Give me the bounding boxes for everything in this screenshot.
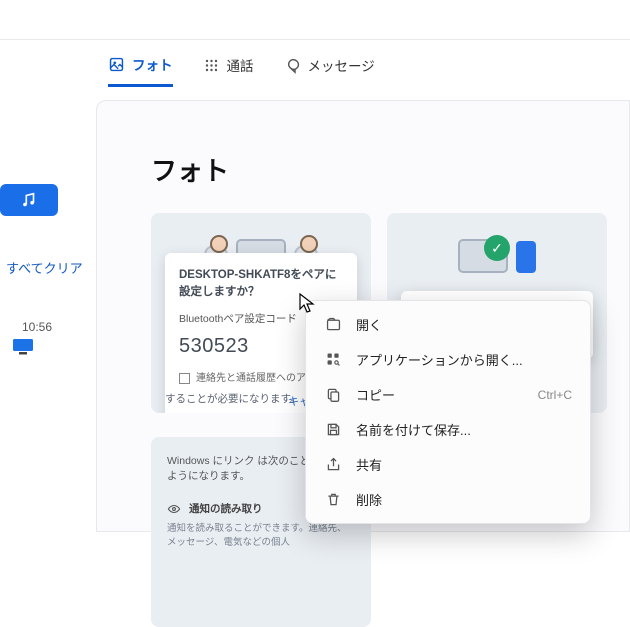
chat-icon [284,57,301,74]
menu-shortcut: Ctrl+C [538,388,572,402]
timestamp: 10:56 [22,320,52,334]
left-rail: すべてクリア 10:56 [0,40,96,532]
menu-delete[interactable]: 削除 [306,482,590,517]
illustration: ✓ [401,223,593,273]
mouse-cursor [298,292,316,314]
menu-save-as[interactable]: 名前を付けて保存... [306,412,590,447]
clear-all-link[interactable]: すべてクリア [6,258,83,277]
tab-photos[interactable]: フォト [108,54,173,87]
save-icon [324,421,342,439]
menu-label: 名前を付けて保存... [356,420,471,439]
context-menu: 開く アプリケーションから開く... コピー Ctrl+C 名前を付けて保存..… [305,300,591,524]
music-button[interactable] [0,184,58,216]
tab-messages[interactable]: メッセージ [284,55,375,85]
tab-calls[interactable]: 通話 [203,55,254,85]
section-body: 通知を読み取ることができます。連絡先、メッセージ、電気などの個人 [167,520,355,548]
photo-icon [108,56,125,73]
tab-label: フォト [132,54,173,74]
title-bar [0,0,630,40]
page-title: フォト [151,151,629,188]
open-icon [324,316,342,334]
menu-label: アプリケーションから開く... [356,350,523,369]
tab-label: メッセージ [308,55,375,75]
menu-copy[interactable]: コピー Ctrl+C [306,377,590,412]
music-icon [20,191,38,209]
menu-open-with[interactable]: アプリケーションから開く... [306,342,590,377]
menu-open[interactable]: 開く [306,307,590,342]
eye-icon [167,502,181,516]
share-icon [324,456,342,474]
dialog-title: DESKTOP-SHKATF8をペアに設定しますか？ [179,267,343,302]
menu-label: コピー [356,385,395,404]
open-with-icon [324,351,342,369]
menu-label: 削除 [356,490,382,509]
notification-thumb[interactable] [12,338,34,356]
menu-share[interactable]: 共有 [306,447,590,482]
section-text: 通知の読み取り [189,501,263,516]
checkbox-icon [179,373,190,384]
menu-label: 共有 [356,455,382,474]
trash-icon [324,491,342,509]
copy-icon [324,386,342,404]
tab-label: 通話 [227,55,254,75]
dialpad-icon [203,57,220,74]
menu-label: 開く [356,315,382,334]
